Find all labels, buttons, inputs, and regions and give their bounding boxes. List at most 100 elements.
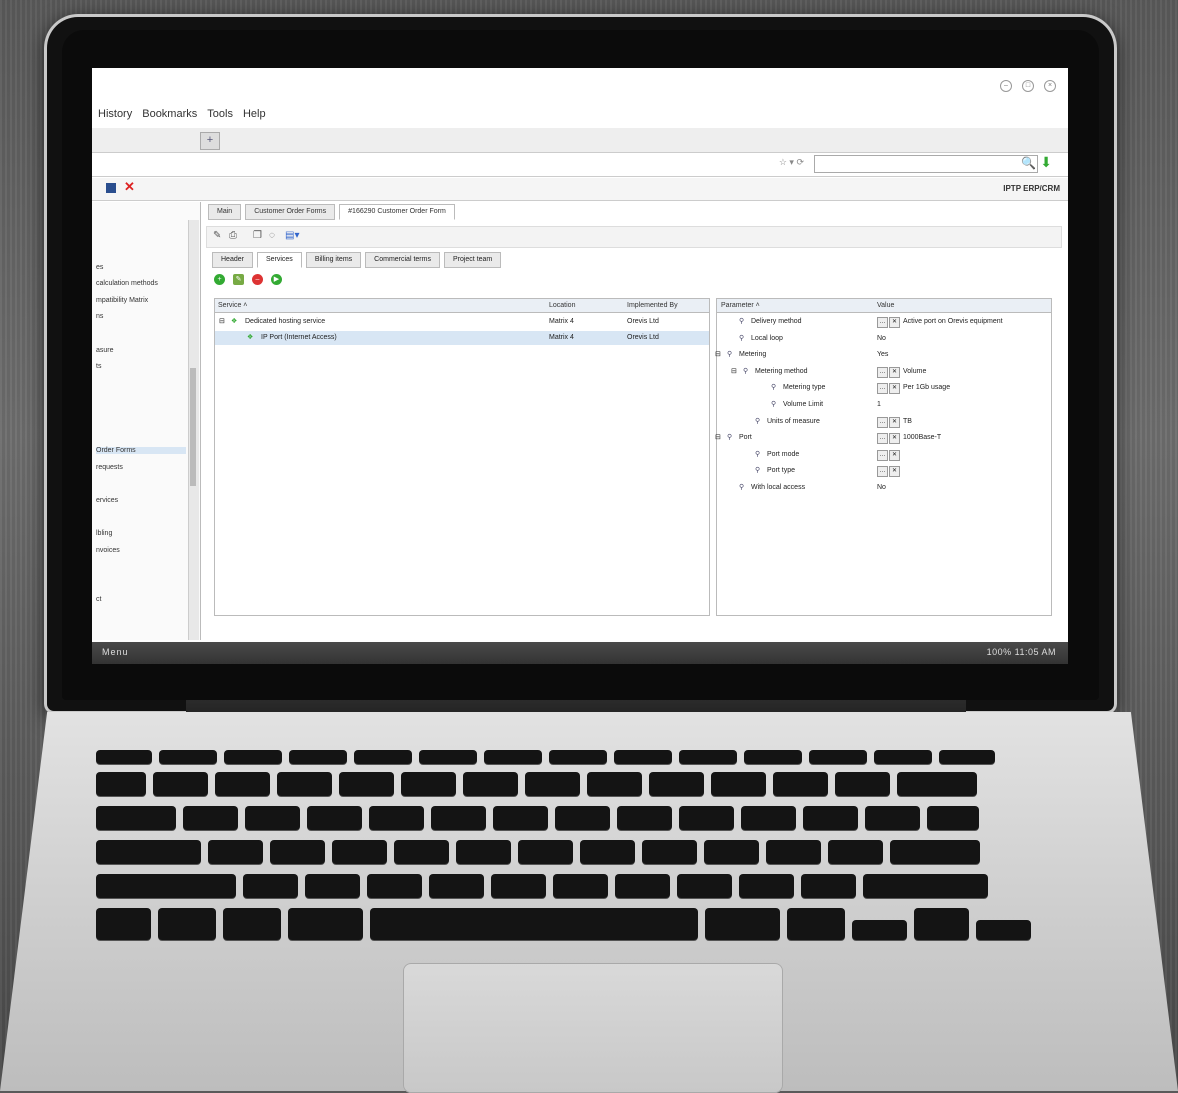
parameter-row[interactable]: ⊟ ⚲ Port … ✕ 1000Base-T (715, 431, 1051, 445)
clear-button[interactable]: ✕ (889, 449, 900, 461)
browse-button[interactable]: … (877, 366, 888, 378)
print-icon[interactable]: ⎙ (229, 230, 237, 241)
browse-button[interactable]: … (877, 416, 888, 428)
download-icon[interactable]: ⬇ (1040, 154, 1052, 171)
form-toolbar: ✎ ⎙ ❐ ◌ ▤▾ (206, 226, 1062, 248)
add-icon[interactable]: + (214, 274, 225, 285)
run-icon[interactable]: ▶ (271, 274, 282, 285)
sidebar-item[interactable]: nvoices (96, 547, 120, 554)
minimize-icon[interactable]: – (1000, 80, 1012, 92)
key (549, 750, 607, 764)
col-value[interactable]: Value (877, 299, 894, 312)
close-document-icon[interactable]: ✕ (124, 179, 135, 195)
sidebar-item[interactable]: ts (96, 363, 101, 370)
col-implemented-by[interactable]: Implemented By (627, 299, 678, 312)
sidebar-item[interactable]: requests (96, 464, 123, 471)
tab-customer-order-forms[interactable]: Customer Order Forms (245, 204, 336, 220)
key (243, 874, 298, 898)
sidebar-item[interactable]: ct (96, 596, 101, 603)
menu-history[interactable]: History (98, 108, 132, 120)
browser-tabstrip (92, 128, 1068, 153)
export-icon[interactable]: ▤▾ (285, 230, 299, 241)
parameter-icon: ⚲ (739, 318, 745, 325)
key (553, 874, 608, 898)
key (803, 806, 858, 830)
parameter-row[interactable]: ⚲ Metering type … ✕ Per 1Gb usage (717, 381, 1051, 395)
browse-button[interactable]: … (877, 317, 888, 328)
col-location[interactable]: Location (549, 299, 575, 312)
browse-button[interactable]: … (877, 433, 888, 445)
sidebar-item[interactable]: ervices (96, 497, 118, 504)
search-icon[interactable]: 🔍 (1021, 156, 1036, 170)
sidebar-item[interactable]: asure (96, 347, 114, 354)
table-row[interactable]: ⊟ ❖ Dedicated hosting service Matrix 4 O… (215, 315, 709, 329)
refresh-icon[interactable]: ◌ (269, 230, 275, 241)
parameter-row[interactable]: ⚲ Port mode … ✕ (717, 448, 1051, 462)
bookmark-controls[interactable]: ☆ ▾ ⟳ (779, 157, 804, 168)
sidebar-item[interactable]: ns (96, 313, 103, 320)
cell-value: Yes (877, 351, 889, 359)
save-icon[interactable] (106, 183, 116, 193)
start-menu-button[interactable]: Menu (102, 647, 129, 657)
cell-parameter: Port (739, 434, 752, 442)
tab-header[interactable]: Header (212, 252, 253, 268)
sidebar-scroll-thumb[interactable] (190, 368, 196, 486)
browse-button[interactable]: … (877, 466, 888, 478)
copy-icon[interactable]: ❐ (253, 230, 262, 241)
parameter-row[interactable]: ⚲ Units of measure … ✕ TB (717, 415, 1051, 429)
clear-button[interactable]: ✕ (889, 383, 900, 395)
collapse-icon[interactable]: ⊟ (731, 365, 737, 379)
browse-button[interactable]: … (877, 383, 888, 395)
cell-value: 1 (877, 401, 881, 408)
edit-service-icon[interactable]: ✎ (233, 274, 244, 285)
table-row-selected[interactable]: ❖ IP Port (Internet Access) Matrix 4 Ore… (215, 331, 709, 345)
sidebar-item[interactable]: mpatibility Matrix (96, 297, 148, 304)
sidebar-item[interactable]: lbling (96, 530, 112, 537)
edit-icon[interactable]: ✎ (213, 230, 221, 241)
menu-help[interactable]: Help (243, 108, 266, 120)
search-input[interactable] (814, 155, 1038, 173)
parameter-row[interactable]: ⚲ Port type … ✕ (717, 464, 1051, 478)
key (96, 772, 146, 796)
parameter-row[interactable]: ⊟ ⚲ Metering Yes (715, 348, 1051, 362)
parameter-row[interactable]: ⚲ Local loop No (717, 332, 1051, 346)
new-tab-button[interactable]: + (200, 132, 220, 150)
parameter-row[interactable]: ⚲ Delivery method … ✕ Active port on Orevis … (717, 315, 1051, 329)
key (741, 806, 796, 830)
col-service[interactable]: Service ˄ (218, 299, 247, 312)
collapse-icon[interactable]: ⊟ (219, 315, 225, 329)
close-icon[interactable]: × (1044, 80, 1056, 92)
cell-implemented-by: Orevis Ltd (627, 318, 659, 325)
menu-tools[interactable]: Tools (207, 108, 233, 120)
sidebar-item-order-forms[interactable]: Order Forms (96, 447, 186, 454)
browse-button[interactable]: … (877, 449, 888, 461)
collapse-icon[interactable]: ⊟ (715, 431, 721, 445)
key (865, 806, 920, 830)
key (491, 874, 546, 898)
parameter-row[interactable]: ⊟ ⚲ Metering method … ✕ Volume (717, 365, 1051, 379)
sidebar-item[interactable]: es (96, 264, 103, 271)
sidebar-item[interactable]: calculation methods (96, 280, 158, 287)
key (828, 840, 883, 864)
clear-button[interactable]: ✕ (889, 416, 900, 428)
clear-button[interactable]: ✕ (889, 466, 900, 478)
clear-button[interactable]: ✕ (889, 317, 900, 328)
tab-order-form[interactable]: #166290 Customer Order Form (339, 204, 455, 220)
tab-services[interactable]: Services (256, 252, 302, 268)
parameter-row[interactable]: ⚲ Volume Limit 1 (717, 398, 1051, 412)
col-parameter[interactable]: Parameter ˄ (721, 299, 760, 312)
parameter-row[interactable]: ⚲ With local access No (717, 481, 1051, 495)
clear-button[interactable]: ✕ (889, 433, 900, 445)
collapse-icon[interactable]: ⊟ (715, 348, 721, 362)
maximize-icon[interactable]: □ (1022, 80, 1034, 92)
menu-bookmarks[interactable]: Bookmarks (142, 108, 197, 120)
tab-billing-items[interactable]: Billing items (305, 252, 362, 268)
clear-button[interactable]: ✕ (889, 366, 900, 378)
cell-parameter: Volume Limit (783, 401, 824, 408)
tab-project-team[interactable]: Project team (443, 252, 502, 268)
tab-commercial-terms[interactable]: Commercial terms (365, 252, 440, 268)
key (484, 750, 542, 764)
tab-main[interactable]: Main (208, 204, 242, 220)
key (159, 750, 217, 764)
delete-icon[interactable]: – (252, 274, 263, 285)
